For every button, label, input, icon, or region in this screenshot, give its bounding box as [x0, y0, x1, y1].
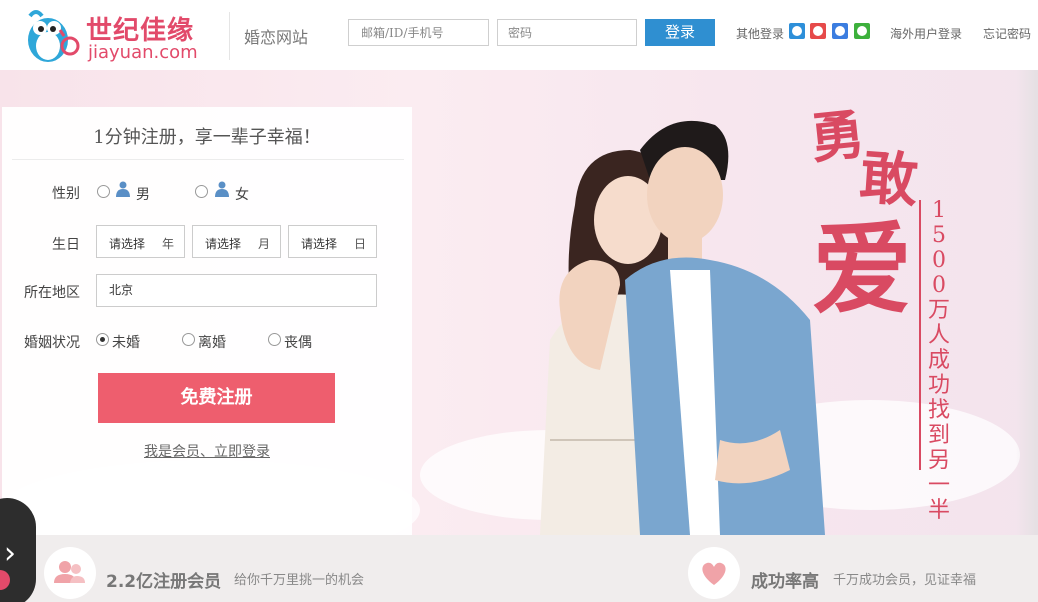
birth-month-select[interactable]: 请选择 月 [192, 225, 281, 258]
qq-icon[interactable] [789, 23, 805, 39]
feature-members-desc: 给你千万里挑一的机会 [234, 573, 365, 588]
feature-members-title: 2.2亿注册会员 [106, 572, 222, 592]
register-title: 1分钟注册，享一辈子幸福！ [93, 127, 321, 148]
birth-year-placeholder: 请选择 [109, 237, 146, 251]
login-password-input[interactable] [497, 19, 637, 46]
users-icon [44, 547, 96, 599]
birth-day-unit: 日 [353, 237, 366, 251]
other-login-label: 其他登录 [736, 27, 785, 41]
logo-english-text: jiayuan.com [88, 42, 198, 63]
bird-mascot-icon [28, 10, 80, 62]
marital-single-text: 未婚 [112, 335, 140, 351]
female-person-icon [215, 181, 229, 197]
features-strip: 2.2亿注册会员 给你千万里挑一的机会 成功率高 千万成功会员，见证幸福 [0, 535, 1038, 602]
hero-banner: 勇 敢 爱 1500万人成功找到另一半 1分钟注册，享一辈子幸福！ 性别 男 女… [0, 70, 1038, 535]
jiayuan-logo[interactable]: 世纪佳缘 jiayuan.com [20, 6, 210, 66]
marital-divorced-text: 离婚 [198, 335, 226, 351]
gender-label: 性别 [52, 186, 80, 202]
register-divider [12, 159, 404, 160]
gender-female-radio[interactable] [195, 185, 208, 198]
forgot-password-link[interactable]: 忘记密码 [983, 25, 1031, 42]
slogan-char-brave: 勇 [807, 101, 868, 171]
wechat-icon[interactable] [854, 23, 870, 39]
site-name: 婚恋网站 [244, 28, 309, 47]
couple-photo [540, 120, 825, 535]
logo-divider [229, 12, 230, 60]
marital-widowed-text: 丧偶 [284, 335, 312, 351]
marital-widowed-radio[interactable] [268, 333, 281, 346]
feature-success-title: 成功率高 [751, 572, 819, 592]
slogan-char-love: 爱 [812, 210, 912, 328]
marital-divorced-radio[interactable] [182, 333, 195, 346]
gender-male-text: 男 [136, 187, 150, 203]
birthday-label: 生日 [52, 237, 80, 253]
baidu-icon[interactable] [832, 23, 848, 39]
marital-label: 婚姻状况 [24, 335, 80, 351]
slogan-subtitle: 1500万人成功找到另一半 [927, 198, 950, 523]
gender-male-radio[interactable] [97, 185, 110, 198]
overseas-login-link[interactable]: 海外用户登录 [890, 25, 962, 42]
free-register-button[interactable]: 免费注册 [98, 373, 335, 423]
region-label: 所在地区 [24, 285, 80, 301]
birth-year-select[interactable]: 请选择 年 [96, 225, 185, 258]
birth-month-placeholder: 请选择 [205, 237, 242, 251]
weibo-icon[interactable] [810, 23, 826, 39]
login-username-input[interactable] [348, 19, 489, 46]
member-login-link[interactable]: 我是会员、立即登录 [2, 441, 412, 461]
birth-month-unit: 月 [257, 237, 270, 251]
gender-female-text: 女 [235, 187, 249, 203]
marital-single-radio[interactable] [96, 333, 109, 346]
birth-year-unit: 年 [161, 237, 174, 251]
male-person-icon [116, 181, 130, 197]
birth-day-placeholder: 请选择 [301, 237, 338, 251]
region-select[interactable]: 北京 [96, 274, 377, 307]
birth-day-select[interactable]: 请选择 日 [288, 225, 377, 258]
page-edge-shadow [1016, 70, 1038, 535]
slogan-divider-line [919, 200, 921, 470]
site-header: 世纪佳缘 jiayuan.com 婚恋网站 登录 其他登录 海外用户登录 忘记密… [0, 0, 1038, 70]
register-form: 1分钟注册，享一辈子幸福！ 性别 男 女 生日 请选择 年 请选择 月 请选择 … [2, 107, 412, 535]
heart-icon [688, 547, 740, 599]
login-button[interactable]: 登录 [645, 19, 715, 46]
chevron-right-icon: › [4, 536, 16, 571]
feature-success-desc: 千万成功会员，见证幸福 [833, 573, 977, 588]
